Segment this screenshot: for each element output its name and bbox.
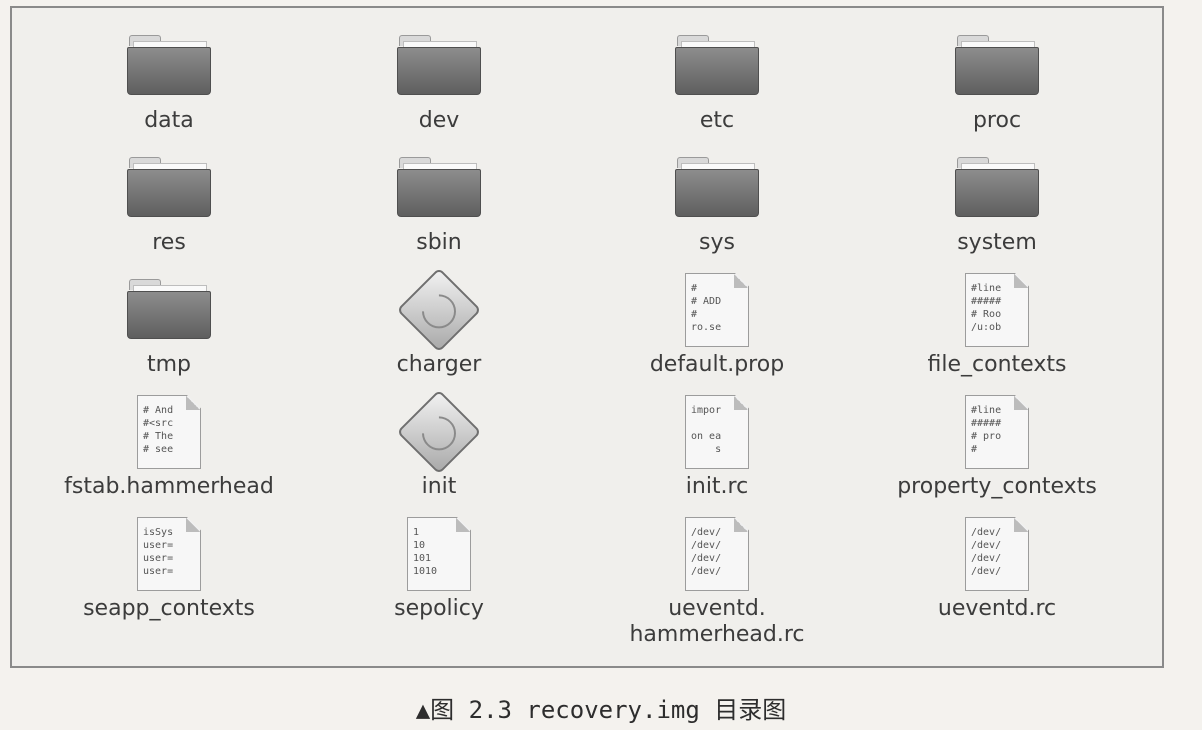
file-file-contexts[interactable]: #line ##### # Roo /u:ob file_contexts bbox=[867, 270, 1127, 378]
file-ueventd-hammerhead-rc[interactable]: /dev/ /dev/ /dev/ /dev/ ueventd. hammerh… bbox=[587, 514, 847, 648]
item-label: charger bbox=[396, 352, 482, 377]
text-file-icon: /dev/ /dev/ /dev/ /dev/ bbox=[685, 517, 749, 591]
file-ueventd-rc[interactable]: /dev/ /dev/ /dev/ /dev/ ueventd.rc bbox=[867, 514, 1127, 622]
item-label: seapp_contexts bbox=[83, 596, 255, 621]
item-label: tmp bbox=[146, 352, 192, 377]
folder-icon bbox=[397, 157, 481, 219]
item-label: init bbox=[421, 474, 457, 499]
file-init[interactable]: init bbox=[309, 389, 569, 500]
folder-res[interactable]: res bbox=[39, 148, 299, 256]
folder-tmp[interactable]: tmp bbox=[39, 270, 299, 378]
folder-icon bbox=[675, 35, 759, 97]
item-label: dev bbox=[418, 108, 460, 133]
item-label: sys bbox=[699, 230, 735, 255]
file-init-rc[interactable]: impor on ea s init.rc bbox=[587, 392, 847, 500]
binary-file-icon: 1 10 101 1010 bbox=[407, 517, 471, 591]
item-label: ueventd.rc bbox=[937, 596, 1057, 621]
item-label: default.prop bbox=[649, 352, 785, 377]
item-label: init.rc bbox=[685, 474, 749, 499]
text-file-icon: isSys user= user= user= bbox=[137, 517, 201, 591]
text-file-icon: # # ADD # ro.se bbox=[685, 273, 749, 347]
item-label: data bbox=[144, 108, 194, 133]
item-label: system bbox=[957, 230, 1037, 255]
figure-caption: ▲图 2.3 recovery.img 目录图 bbox=[415, 696, 787, 724]
item-label: file_contexts bbox=[927, 352, 1067, 377]
file-sepolicy[interactable]: 1 10 101 1010 sepolicy bbox=[309, 514, 569, 622]
folder-dev[interactable]: dev bbox=[309, 26, 569, 134]
file-property-contexts[interactable]: #line ##### # pro # property_contexts bbox=[867, 392, 1127, 500]
folder-etc[interactable]: etc bbox=[587, 26, 847, 134]
file-fstab-hammerhead[interactable]: # And #<src # The # see fstab.hammerhead bbox=[39, 392, 299, 500]
item-label: fstab.hammerhead bbox=[64, 474, 274, 499]
file-browser-window: data dev etc proc res sbin sys system tm… bbox=[10, 6, 1164, 668]
text-file-icon: impor on ea s bbox=[685, 395, 749, 469]
item-label: property_contexts bbox=[897, 474, 1097, 499]
folder-icon bbox=[955, 35, 1039, 97]
executable-icon bbox=[396, 267, 482, 353]
executable-icon bbox=[396, 389, 482, 475]
item-label: res bbox=[152, 230, 186, 255]
file-charger[interactable]: charger bbox=[309, 267, 569, 378]
folder-system[interactable]: system bbox=[867, 148, 1127, 256]
folder-icon bbox=[127, 157, 211, 219]
folder-sbin[interactable]: sbin bbox=[309, 148, 569, 256]
folder-icon bbox=[127, 279, 211, 341]
folder-icon bbox=[675, 157, 759, 219]
item-label: etc bbox=[699, 108, 735, 133]
item-label: sbin bbox=[416, 230, 462, 255]
item-label: sepolicy bbox=[394, 596, 484, 621]
text-file-icon: # And #<src # The # see bbox=[137, 395, 201, 469]
text-file-icon: /dev/ /dev/ /dev/ /dev/ bbox=[965, 517, 1029, 591]
folder-icon bbox=[955, 157, 1039, 219]
item-label: ueventd. hammerhead.rc bbox=[629, 596, 805, 647]
folder-proc[interactable]: proc bbox=[867, 26, 1127, 134]
folder-data[interactable]: data bbox=[39, 26, 299, 134]
text-file-icon: #line ##### # Roo /u:ob bbox=[965, 273, 1029, 347]
text-file-icon: #line ##### # pro # bbox=[965, 395, 1029, 469]
item-label: proc bbox=[972, 108, 1022, 133]
folder-icon bbox=[397, 35, 481, 97]
file-seapp-contexts[interactable]: isSys user= user= user= seapp_contexts bbox=[39, 514, 299, 622]
file-default-prop[interactable]: # # ADD # ro.se default.prop bbox=[587, 270, 847, 378]
folder-sys[interactable]: sys bbox=[587, 148, 847, 256]
folder-icon bbox=[127, 35, 211, 97]
